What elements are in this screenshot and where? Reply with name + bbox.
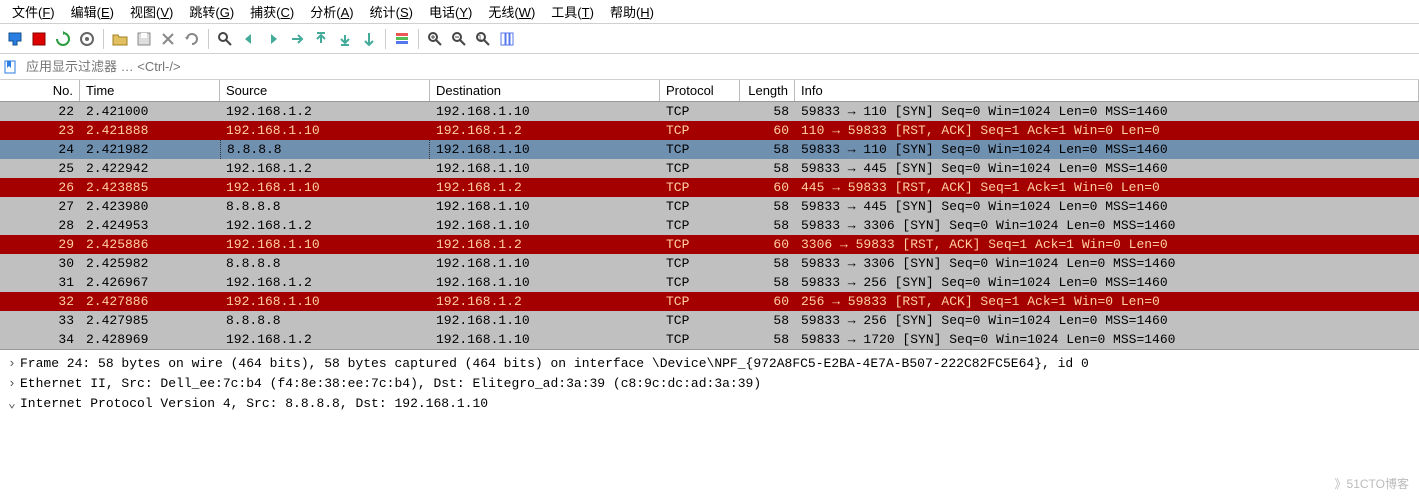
col-dest[interactable]: Destination: [430, 80, 660, 101]
col-time[interactable]: Time: [80, 80, 220, 101]
menu-item[interactable]: 分析(A): [302, 0, 361, 23]
filter-bar: [0, 54, 1419, 80]
packet-details[interactable]: ›Frame 24: 58 bytes on wire (464 bits), …: [0, 350, 1419, 418]
packet-row[interactable]: 292.425886192.168.1.10192.168.1.2TCP6033…: [0, 235, 1419, 254]
packet-row[interactable]: 242.4219828.8.8.8192.168.1.10TCP5859833 …: [0, 140, 1419, 159]
menu-item[interactable]: 统计(S): [362, 0, 421, 23]
auto-scroll-icon[interactable]: [358, 28, 380, 50]
packet-row[interactable]: 252.422942192.168.1.2192.168.1.10TCP5859…: [0, 159, 1419, 178]
packet-row[interactable]: 222.421000192.168.1.2192.168.1.10TCP5859…: [0, 102, 1419, 121]
go-last-icon[interactable]: [334, 28, 356, 50]
menu-item[interactable]: 电话(Y): [421, 0, 480, 23]
detail-ip[interactable]: ⌄Internet Protocol Version 4, Src: 8.8.8…: [8, 394, 1411, 414]
menu-item[interactable]: 视图(V): [122, 0, 181, 23]
packet-row[interactable]: 262.423885192.168.1.10192.168.1.2TCP6044…: [0, 178, 1419, 197]
menu-item[interactable]: 文件(F): [4, 0, 63, 23]
zoom-in-icon[interactable]: [424, 28, 446, 50]
start-capture-icon[interactable]: [4, 28, 26, 50]
packet-list-header: No. Time Source Destination Protocol Len…: [0, 80, 1419, 102]
col-proto[interactable]: Protocol: [660, 80, 740, 101]
detail-frame[interactable]: ›Frame 24: 58 bytes on wire (464 bits), …: [8, 354, 1411, 374]
packet-row[interactable]: 302.4259828.8.8.8192.168.1.10TCP5859833 …: [0, 254, 1419, 273]
bookmark-icon[interactable]: [0, 60, 20, 74]
restart-capture-icon[interactable]: [52, 28, 74, 50]
menu-item[interactable]: 帮助(H): [602, 0, 662, 23]
menu-item[interactable]: 跳转(G): [181, 0, 242, 23]
packet-row[interactable]: 332.4279858.8.8.8192.168.1.10TCP5859833 …: [0, 311, 1419, 330]
zoom-reset-icon[interactable]: 1: [472, 28, 494, 50]
col-source[interactable]: Source: [220, 80, 430, 101]
packet-row[interactable]: 282.424953192.168.1.2192.168.1.10TCP5859…: [0, 216, 1419, 235]
watermark: 》51CTO博客: [1335, 475, 1409, 492]
zoom-out-icon[interactable]: [448, 28, 470, 50]
stop-capture-icon[interactable]: [28, 28, 50, 50]
open-file-icon[interactable]: [109, 28, 131, 50]
resize-columns-icon[interactable]: [496, 28, 518, 50]
col-info[interactable]: Info: [795, 80, 1419, 101]
go-first-icon[interactable]: [310, 28, 332, 50]
svg-text:1: 1: [478, 35, 482, 42]
packet-row[interactable]: 312.426967192.168.1.2192.168.1.10TCP5859…: [0, 273, 1419, 292]
menu-item[interactable]: 捕获(C): [242, 0, 302, 23]
col-length[interactable]: Length: [740, 80, 795, 101]
close-file-icon[interactable]: [157, 28, 179, 50]
menu-item[interactable]: 无线(W): [480, 0, 543, 23]
go-forward-icon[interactable]: [262, 28, 284, 50]
packet-row[interactable]: 342.428969192.168.1.2192.168.1.10TCP5859…: [0, 330, 1419, 349]
packet-row[interactable]: 232.421888192.168.1.10192.168.1.2TCP6011…: [0, 121, 1419, 140]
jump-packet-icon[interactable]: [286, 28, 308, 50]
packet-list[interactable]: No. Time Source Destination Protocol Len…: [0, 80, 1419, 350]
separator: [385, 29, 386, 49]
separator: [208, 29, 209, 49]
separator: [418, 29, 419, 49]
packet-row[interactable]: 322.427886192.168.1.10192.168.1.2TCP6025…: [0, 292, 1419, 311]
menu-item[interactable]: 工具(T): [543, 0, 602, 23]
menu-item[interactable]: 编辑(E): [63, 0, 122, 23]
go-back-icon[interactable]: [238, 28, 260, 50]
packet-row[interactable]: 272.4239808.8.8.8192.168.1.10TCP5859833 …: [0, 197, 1419, 216]
menubar: 文件(F)编辑(E)视图(V)跳转(G)捕获(C)分析(A)统计(S)电话(Y)…: [0, 0, 1419, 24]
reload-icon[interactable]: [181, 28, 203, 50]
toolbar: 1: [0, 24, 1419, 54]
display-filter-input[interactable]: [20, 56, 1419, 77]
separator: [103, 29, 104, 49]
col-no[interactable]: No.: [0, 80, 80, 101]
find-packet-icon[interactable]: [214, 28, 236, 50]
save-file-icon[interactable]: [133, 28, 155, 50]
capture-options-icon[interactable]: [76, 28, 98, 50]
colorize-icon[interactable]: [391, 28, 413, 50]
detail-ethernet[interactable]: ›Ethernet II, Src: Dell_ee:7c:b4 (f4:8e:…: [8, 374, 1411, 394]
